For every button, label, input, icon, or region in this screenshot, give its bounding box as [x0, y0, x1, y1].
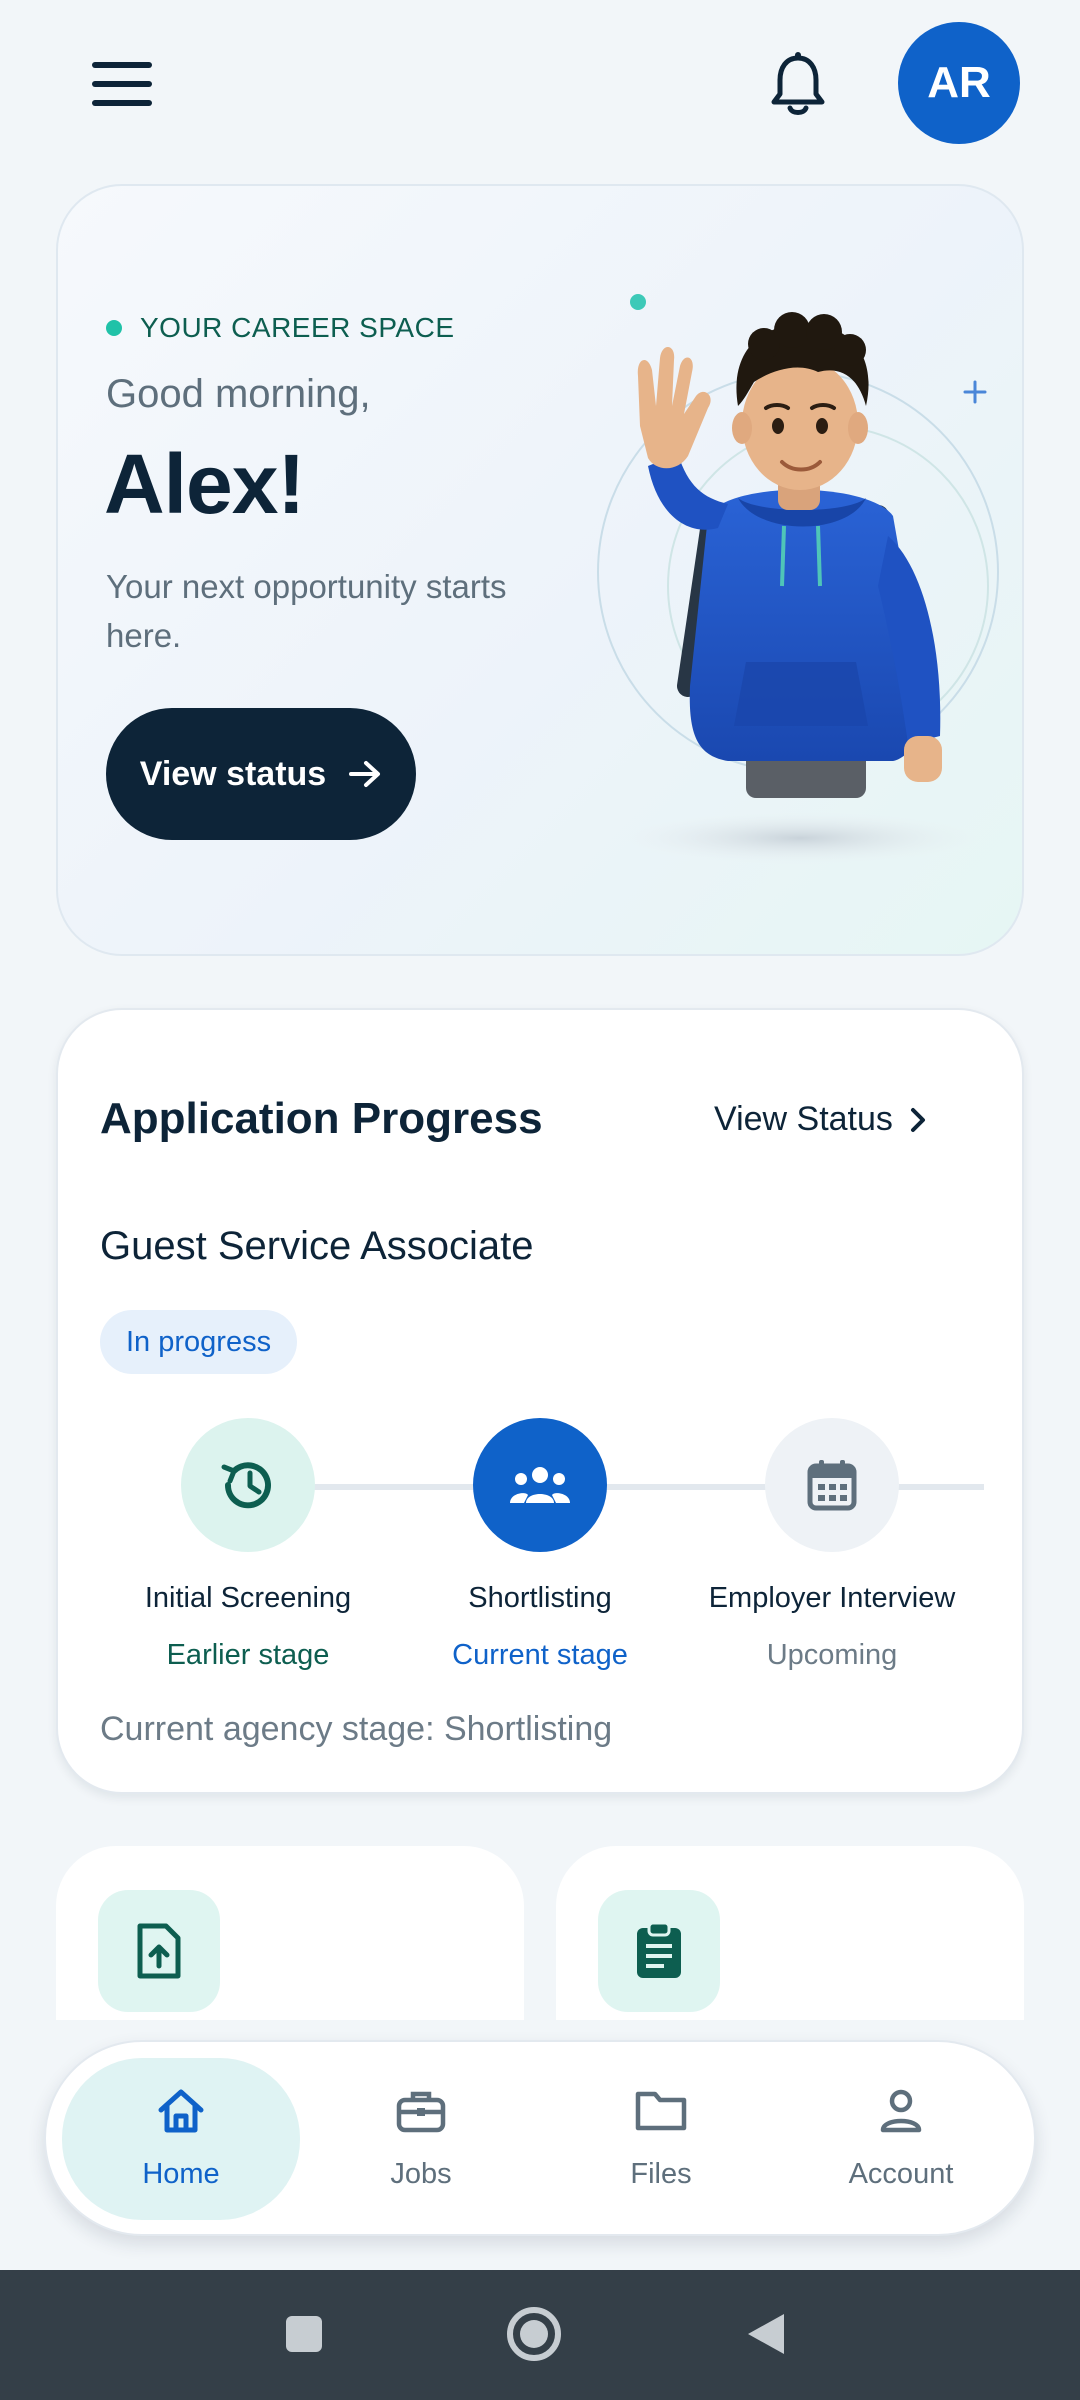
notification-bell-icon[interactable] — [768, 52, 828, 118]
status-dot — [106, 320, 122, 336]
status-badge: In progress — [100, 1310, 298, 1374]
agency-stage-text: Current agency stage: Shortlisting — [100, 1710, 613, 1748]
view-status-button[interactable]: View status — [106, 708, 416, 840]
application-progress-card: Application Progress View Status Guest S… — [56, 1008, 1024, 1794]
recents-square-icon[interactable] — [284, 2314, 324, 2354]
bottom-navigation: Home Jobs Files Account — [44, 2040, 1036, 2236]
nav-label: Files — [630, 2158, 692, 2190]
group-icon — [473, 1418, 607, 1552]
welcome-hero-card: YOUR CAREER SPACE Good morning, Alex! Yo… — [56, 184, 1024, 956]
nav-jobs[interactable]: Jobs — [302, 2058, 540, 2220]
upload-document-card[interactable] — [56, 1846, 524, 2020]
nav-home[interactable]: Home — [62, 2058, 300, 2220]
student-waving-illustration — [597, 294, 999, 864]
person-icon — [782, 2088, 1020, 2144]
home-circle-icon[interactable] — [506, 2306, 562, 2362]
stage-shortlisting: Shortlisting Current stage — [390, 1418, 690, 1672]
stage-employer-interview: Employer Interview Upcoming — [682, 1418, 982, 1672]
nav-files[interactable]: Files — [542, 2058, 780, 2220]
stage-name: Shortlisting — [468, 1582, 612, 1614]
home-icon — [62, 2088, 300, 2144]
stage-initial-screening: Initial Screening Earlier stage — [98, 1418, 398, 1672]
greeting: Good morning, — [106, 372, 371, 416]
briefcase-icon — [302, 2088, 540, 2144]
file-upload-icon — [98, 1890, 220, 2012]
clipboard-icon — [598, 1890, 720, 2012]
hero-tagline: Your next opportunity starts here. — [106, 568, 507, 654]
job-title: Guest Service Associate — [100, 1224, 534, 1268]
application-form-card[interactable] — [556, 1846, 1024, 2020]
nav-label: Jobs — [390, 2158, 452, 2190]
history-icon — [181, 1418, 315, 1552]
nav-label: Account — [848, 2158, 954, 2190]
view-status-label: View status — [139, 754, 327, 793]
nav-label: Home — [142, 2158, 220, 2190]
stage-status: Current stage — [452, 1639, 628, 1671]
eyebrow-label: YOUR CAREER SPACE — [140, 312, 455, 343]
eyebrow: YOUR CAREER SPACE — [106, 312, 455, 344]
chevron-right-icon — [910, 1107, 925, 1132]
user-name-heading: Alex! — [104, 437, 305, 531]
nav-account[interactable]: Account — [782, 2058, 1020, 2220]
back-triangle-icon[interactable] — [744, 2310, 788, 2358]
system-navigation-bar — [0, 2270, 1080, 2400]
view-status-link-label: View Status — [714, 1100, 893, 1138]
calendar-icon — [765, 1418, 899, 1552]
folder-icon — [542, 2088, 780, 2144]
user-avatar[interactable]: AR — [898, 22, 1020, 144]
stage-status: Upcoming — [766, 1639, 898, 1671]
menu-icon[interactable] — [92, 62, 152, 106]
arrow-right-icon — [349, 761, 381, 787]
stage-status: Earlier stage — [166, 1639, 330, 1671]
stage-name: Initial Screening — [144, 1582, 352, 1614]
stage-name: Employer Interview — [708, 1582, 956, 1614]
top-app-bar: AR — [0, 0, 1080, 170]
view-status-link[interactable]: View Status — [714, 1100, 927, 1139]
section-title: Application Progress — [100, 1094, 543, 1143]
